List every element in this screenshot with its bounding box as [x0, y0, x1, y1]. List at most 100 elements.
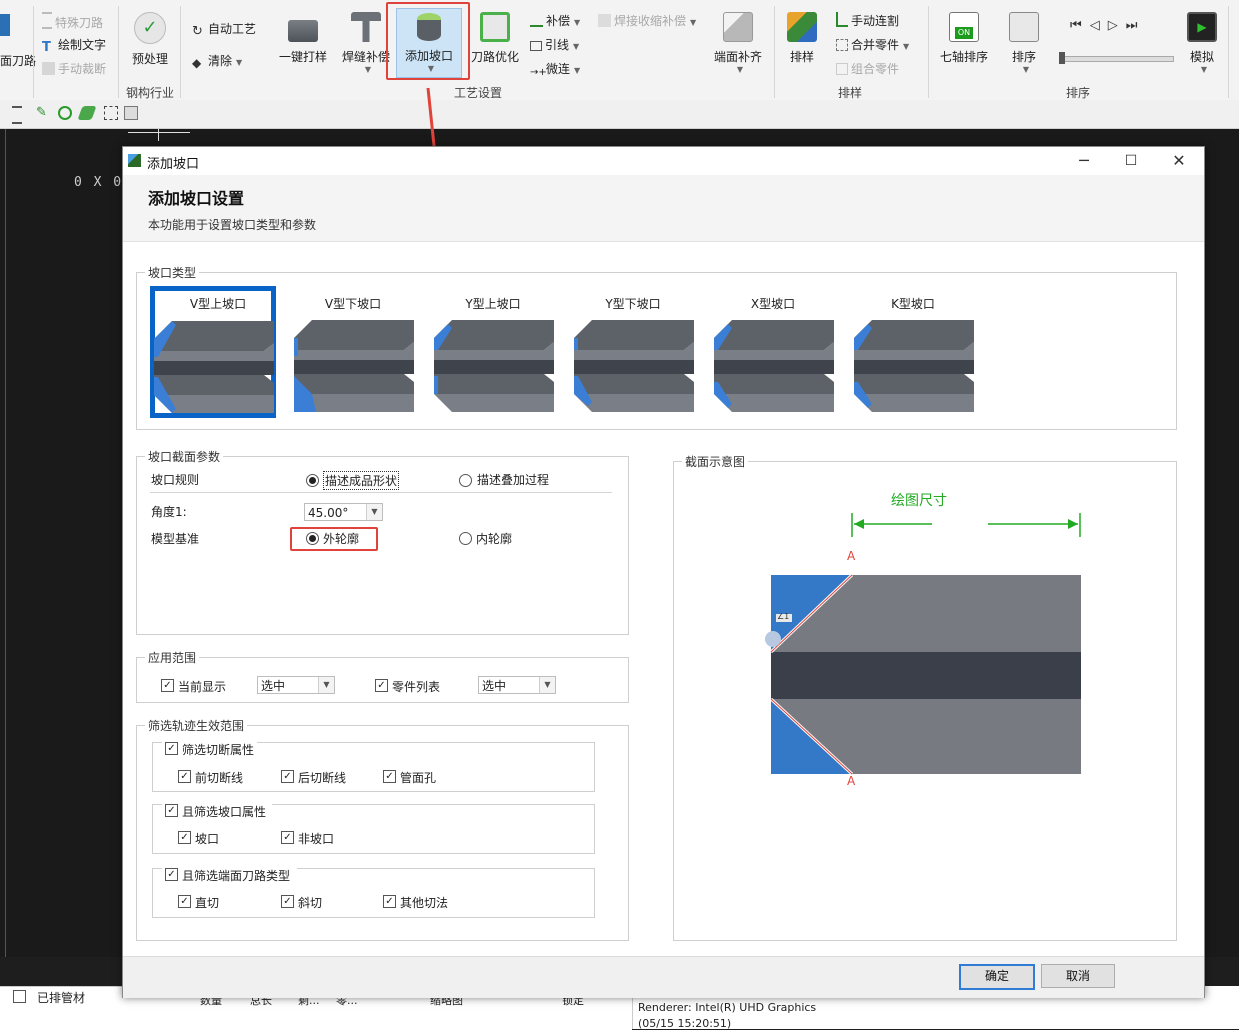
oblique-cut-label[interactable]: 斜切	[298, 894, 322, 911]
bevel-type-card[interactable]: K型坡口	[850, 286, 976, 418]
tube-hole-checkbox[interactable]: ✓	[383, 770, 396, 783]
sort-button[interactable]: 排序 ▼	[1004, 8, 1044, 74]
current-display-checkbox[interactable]: ✓	[161, 679, 174, 692]
other-cut-checkbox[interactable]: ✓	[383, 895, 396, 908]
straight-cut-label[interactable]: 直切	[195, 894, 219, 911]
close-icon[interactable]: ✕	[1158, 149, 1200, 173]
auto-process-button[interactable]: ↻ 自动工艺	[192, 20, 256, 40]
left-partial-label[interactable]: 面刀路	[0, 52, 36, 69]
first-icon[interactable]: ⏮	[1070, 18, 1090, 33]
manual-link-button[interactable]: 手动连割	[836, 12, 899, 32]
select-all-checkbox[interactable]	[13, 990, 26, 1003]
non-bevel-label[interactable]: 非坡口	[298, 830, 334, 847]
non-bevel-checkbox[interactable]: ✓	[281, 831, 294, 844]
app-icon	[128, 154, 141, 167]
end-face-button[interactable]: 端面补齐 ▼	[712, 8, 764, 74]
other-cut-label[interactable]: 其他切法	[400, 894, 448, 911]
rule-finished-radio[interactable]	[306, 474, 319, 487]
filter-end-checkbox[interactable]: ✓	[165, 868, 178, 881]
rule-overlay-label[interactable]: 描述叠加过程	[477, 471, 549, 488]
combine-icon	[836, 63, 848, 75]
part-list-label[interactable]: 零件列表	[392, 678, 440, 695]
chevron-down-icon[interactable]: ▼	[318, 677, 334, 693]
bevel-checkbox[interactable]: ✓	[178, 831, 191, 844]
tube-hole-label[interactable]: 管面孔	[400, 769, 436, 786]
chevron-down-icon[interactable]: ▼	[539, 677, 555, 693]
i-beam-icon[interactable]	[12, 106, 22, 124]
view-icon[interactable]	[124, 106, 138, 120]
bevel-type-card[interactable]: V型上坡口	[150, 286, 276, 418]
back-cut-checkbox[interactable]: ✓	[281, 770, 294, 783]
chevron-down-icon[interactable]: ▼	[366, 504, 382, 520]
maximize-icon[interactable]: ☐	[1110, 149, 1152, 173]
log-line-time: (05/15 15:20:51)	[638, 1017, 732, 1030]
group-label-sort: 排序	[1065, 86, 1090, 100]
dialog-content: 坡口类型 坡口截面参数 坡口规则 描述成品形状 描述叠加过程 角度1: 45.0…	[123, 242, 1204, 956]
last-icon[interactable]: ⏭	[1126, 18, 1146, 33]
merge-parts-button[interactable]: 合并零件 ▼	[836, 36, 909, 56]
bevel-type-thumbnail	[714, 320, 834, 412]
one-key-icon	[288, 20, 318, 42]
rule-overlay-radio[interactable]	[459, 474, 472, 487]
minimize-icon[interactable]: ─	[1063, 149, 1105, 173]
sim-slider[interactable]	[1059, 52, 1174, 64]
one-key-sample-button[interactable]: 一键打样	[276, 8, 330, 72]
angle-value: 45.00°	[308, 506, 349, 520]
front-cut-checkbox[interactable]: ✓	[178, 770, 191, 783]
dialog-titlebar[interactable]: 添加坡口 ─ ☐ ✕	[123, 147, 1204, 175]
seven-axis-sort-button[interactable]: ON 七轴排序	[936, 8, 992, 72]
section-params-legend: 坡口截面参数	[148, 450, 221, 464]
front-cut-label[interactable]: 前切断线	[195, 769, 243, 786]
bevel-type-card[interactable]: Y型下坡口	[570, 286, 696, 418]
angle-tag: ∠1	[777, 612, 790, 621]
bevel-type-card[interactable]: X型坡口	[710, 286, 836, 418]
quick-tools-bar: ✎	[0, 100, 1239, 129]
filter-bevel-checkbox[interactable]: ✓	[165, 804, 178, 817]
rule-finished-label[interactable]: 描述成品形状	[323, 471, 400, 490]
part-list-combobox[interactable]: 选中 ▼	[478, 676, 556, 694]
bevel-label[interactable]: 坡口	[195, 830, 219, 847]
lead-button[interactable]: 引线 ▼	[530, 36, 579, 56]
clear-button[interactable]: ◆ 清除 ▼	[192, 52, 242, 72]
oblique-cut-checkbox[interactable]: ✓	[281, 895, 294, 908]
log-line-renderer: Renderer: Intel(R) UHD Graphics	[638, 1001, 817, 1014]
bevel-type-card[interactable]: Y型上坡口	[430, 286, 556, 418]
special-path-button[interactable]: 特殊刀路	[42, 12, 103, 32]
pen-icon[interactable]: ✎	[36, 106, 50, 120]
combine-parts-button[interactable]: 组合零件	[836, 60, 899, 80]
current-display-label[interactable]: 当前显示	[178, 678, 226, 695]
slider-thumb[interactable]	[1059, 52, 1065, 64]
path-optimize-button[interactable]: 刀路优化	[470, 8, 520, 72]
back-cut-label[interactable]: 后切断线	[298, 769, 346, 786]
preprocess-button[interactable]: ✓ 预处理	[126, 8, 174, 72]
tube-icon[interactable]	[77, 106, 97, 120]
layout-button[interactable]: 排样	[782, 8, 822, 72]
select-box-icon[interactable]	[104, 106, 118, 120]
part-list-checkbox[interactable]: ✓	[375, 679, 388, 692]
filter-cut-checkbox[interactable]: ✓	[165, 742, 178, 755]
prev-icon[interactable]: ◁	[1090, 18, 1108, 33]
ok-button[interactable]: 确定	[959, 964, 1035, 990]
filter-cut-label[interactable]: 筛选切断属性	[182, 741, 254, 758]
inner-contour-radio[interactable]	[459, 532, 472, 545]
next-icon[interactable]: ▷	[1108, 18, 1126, 33]
playback-controls[interactable]: ⏮◁▷⏭	[1070, 18, 1145, 33]
simulate-button[interactable]: ▶ 模拟 ▼	[1182, 8, 1222, 74]
outer-contour-label[interactable]: 外轮廓	[323, 530, 359, 547]
filter-bevel-label[interactable]: 且筛选坡口属性	[182, 803, 266, 820]
angle-combobox[interactable]: 45.00° ▼	[304, 503, 383, 521]
filter-end-label[interactable]: 且筛选端面刀路类型	[182, 867, 290, 884]
manual-cut-button[interactable]: 手动裁断	[42, 60, 106, 80]
cancel-button[interactable]: 取消	[1041, 964, 1115, 988]
circle-icon[interactable]	[58, 106, 72, 120]
current-display-combobox[interactable]: 选中 ▼	[257, 676, 335, 694]
straight-cut-checkbox[interactable]: ✓	[178, 895, 191, 908]
outer-contour-radio[interactable]	[306, 532, 319, 545]
micro-joint-button[interactable]: →+微连 ▼	[530, 60, 580, 80]
inner-contour-label[interactable]: 内轮廓	[476, 530, 512, 547]
compensation-button[interactable]: 补偿 ▼	[530, 12, 580, 32]
draw-text-button[interactable]: T 绘制文字	[42, 36, 106, 56]
bevel-type-card[interactable]: V型下坡口	[290, 286, 416, 418]
bevel-type-legend: 坡口类型	[148, 266, 197, 280]
weld-shrink-button[interactable]: 焊接收缩补偿 ▼	[598, 12, 696, 32]
